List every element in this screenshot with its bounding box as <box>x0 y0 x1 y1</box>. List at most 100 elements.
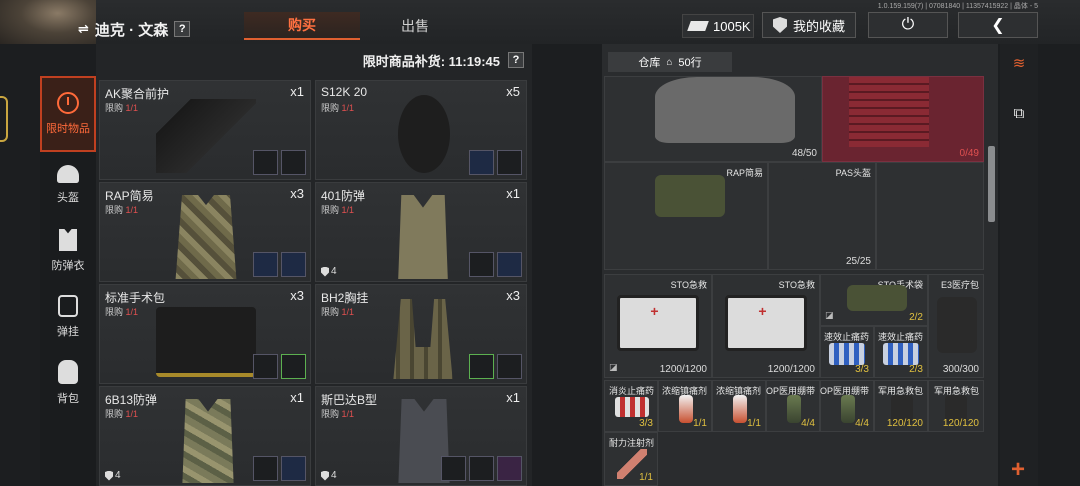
item-name: 斯巴达B型 <box>321 393 378 407</box>
tab-sell[interactable]: 出售 <box>360 12 470 40</box>
nav-limited-items[interactable]: 限时物品 <box>40 76 96 152</box>
shield-icon <box>321 266 329 277</box>
compat-slot[interactable] <box>469 456 494 481</box>
compat-slot[interactable] <box>497 456 522 481</box>
compat-slot[interactable] <box>281 456 306 481</box>
shop-item-card[interactable]: BH2胸挂 x3 限购 1/1 <box>315 284 527 384</box>
compat-slot[interactable] <box>497 150 522 175</box>
compat-slot[interactable] <box>497 252 522 277</box>
compat-slot[interactable] <box>253 456 278 481</box>
add-button[interactable]: + <box>1004 456 1032 484</box>
item-limit: 限购 1/1 <box>105 305 138 318</box>
item-name: 速效止痛药 <box>823 332 869 342</box>
shop-item-card[interactable]: S12K 20 x5 限购 1/1 <box>315 80 527 180</box>
shop-item-card[interactable]: AK聚合前护 x1 限购 1/1 <box>99 80 311 180</box>
warehouse-item[interactable]: 浓缩镇痛剂 1/1 <box>658 380 712 432</box>
compat-slot[interactable] <box>253 252 278 277</box>
armor-level: 4 <box>321 470 337 481</box>
rap-rig-image <box>175 195 237 279</box>
warehouse-scrollbar[interactable] <box>988 146 995 222</box>
item-count: 0/49 <box>959 148 979 159</box>
shield-icon <box>105 470 113 481</box>
warehouse-item[interactable]: RAP简易 <box>604 162 768 270</box>
compat-slot[interactable] <box>253 354 278 379</box>
warehouse-header[interactable]: 仓库 ⌂ 50行 <box>608 52 732 72</box>
compat-slot[interactable] <box>469 354 494 379</box>
item-name: 速效止痛药 <box>877 332 923 342</box>
vest-icon <box>59 229 77 251</box>
tab-buy[interactable]: 购买 <box>244 12 360 40</box>
item-name: PAS头盔 <box>835 168 871 178</box>
nav-body-armor[interactable]: 防弹衣 <box>40 218 96 284</box>
warehouse-item[interactable]: STO急救 ◪ 1200/1200 <box>604 274 712 378</box>
warehouse-item[interactable]: 48/50 <box>604 76 822 162</box>
version-text: 1.0.159.159(7) | 07081840 | 11357415922 … <box>877 3 1038 10</box>
organize-button[interactable]: ⧉ <box>1002 96 1036 130</box>
shop-item-card[interactable]: 6B13防弹 x1 限购 1/1 4 <box>99 386 311 486</box>
compat-slot[interactable] <box>281 252 306 277</box>
warehouse-item[interactable]: STO手术袋 ◪ 2/2 <box>820 274 928 326</box>
warehouse-item[interactable]: OP医用绷带 4/4 <box>766 380 820 432</box>
limit-prefix: 限购 <box>105 205 124 215</box>
first-aid-kit-image <box>617 295 699 351</box>
item-limit: 限购 1/1 <box>321 407 354 420</box>
e3-medkit-image <box>937 297 977 353</box>
item-limit: 限购 1/1 <box>105 407 138 420</box>
item-qty: x1 <box>506 390 520 405</box>
compat-slot[interactable] <box>253 150 278 175</box>
nav-helmet[interactable]: 头盔 <box>40 152 96 218</box>
item-name: RAP简易 <box>726 168 763 178</box>
warehouse-item[interactable]: 军用急救包 120/120 <box>874 380 928 432</box>
warehouse-item[interactable]: 浓缩镇痛剂 1/1 <box>712 380 766 432</box>
warehouse-item[interactable]: 速效止痛药 3/3 <box>820 326 874 378</box>
shop-item-card[interactable]: 标准手术包 x3 限购 1/1 <box>99 284 311 384</box>
shop-item-card[interactable]: 401防弹 x1 限购 1/1 4 <box>315 182 527 282</box>
warehouse-item[interactable]: E3医疗包 300/300 <box>928 274 984 378</box>
surgical-kit-image <box>156 307 256 377</box>
power-button[interactable]: ⏻ <box>868 12 948 38</box>
shop-item-card[interactable]: RAP简易 x3 限购 1/1 <box>99 182 311 282</box>
warehouse-item[interactable]: 速效止痛药 2/3 <box>874 326 928 378</box>
nav-label: 防弹衣 <box>51 260 85 272</box>
top-bar: ⇌ 迪克 · 文森 ? 购买 出售 1.0.159.159(7) | 07081… <box>0 0 1080 44</box>
compat-slot[interactable] <box>281 354 306 379</box>
rap-pouch-image <box>655 175 725 217</box>
warehouse-item[interactable]: OP医用绷带 4/4 <box>820 380 874 432</box>
item-name: 401防弹 <box>321 189 366 203</box>
compat-slot[interactable] <box>441 456 466 481</box>
warehouse-empty-slot[interactable] <box>876 162 984 270</box>
nav-chest-rig[interactable]: 弹挂 <box>40 284 96 350</box>
layers-icon: ≋ <box>1012 55 1026 72</box>
armor-level: 4 <box>105 470 121 481</box>
warehouse-item[interactable]: 消炎止痛药 3/3 <box>604 380 658 432</box>
help-icon[interactable]: ? <box>174 21 191 37</box>
warehouse-item[interactable]: 0/49 <box>822 76 984 162</box>
item-count: 4/4 <box>801 418 815 429</box>
shop-item-card[interactable]: 斯巴达B型 x1 限购 1/1 4 <box>315 386 527 486</box>
nav-backpack[interactable]: 背包 <box>40 350 96 416</box>
side-drawer-handle[interactable] <box>0 96 8 142</box>
warehouse-item[interactable]: PAS头盔 25/25 <box>768 162 876 270</box>
stack-sort-button[interactable]: ≋ <box>1002 46 1036 80</box>
clock-icon <box>57 92 79 114</box>
item-name: S12K 20 <box>321 85 368 99</box>
compat-slot[interactable] <box>469 150 494 175</box>
compat-slot[interactable] <box>497 354 522 379</box>
item-limit: 限购 1/1 <box>321 101 354 114</box>
surgical-bag-image <box>847 285 907 311</box>
warehouse-item[interactable]: 耐力注射剂 1/1 <box>604 432 658 486</box>
back-button[interactable]: ❮ <box>958 12 1038 38</box>
item-count: 4/4 <box>855 418 869 429</box>
armor-level: 4 <box>321 266 337 277</box>
limit-prefix: 限购 <box>105 103 124 113</box>
favorites-button[interactable]: 我的收藏 <box>762 12 856 38</box>
warehouse-item[interactable]: 军用急救包 120/120 <box>928 380 984 432</box>
limit-value: 1/1 <box>341 409 355 419</box>
chest-rig-icon <box>58 295 78 317</box>
warehouse-item[interactable]: STO急救 1200/1200 <box>712 274 820 378</box>
item-name: RAP简易 <box>105 189 154 203</box>
compat-slot[interactable] <box>469 252 494 277</box>
player-name-group[interactable]: ⇌ 迪克 · 文森 ? <box>78 18 191 40</box>
help-icon[interactable]: ? <box>508 52 524 68</box>
compat-slot[interactable] <box>281 150 306 175</box>
